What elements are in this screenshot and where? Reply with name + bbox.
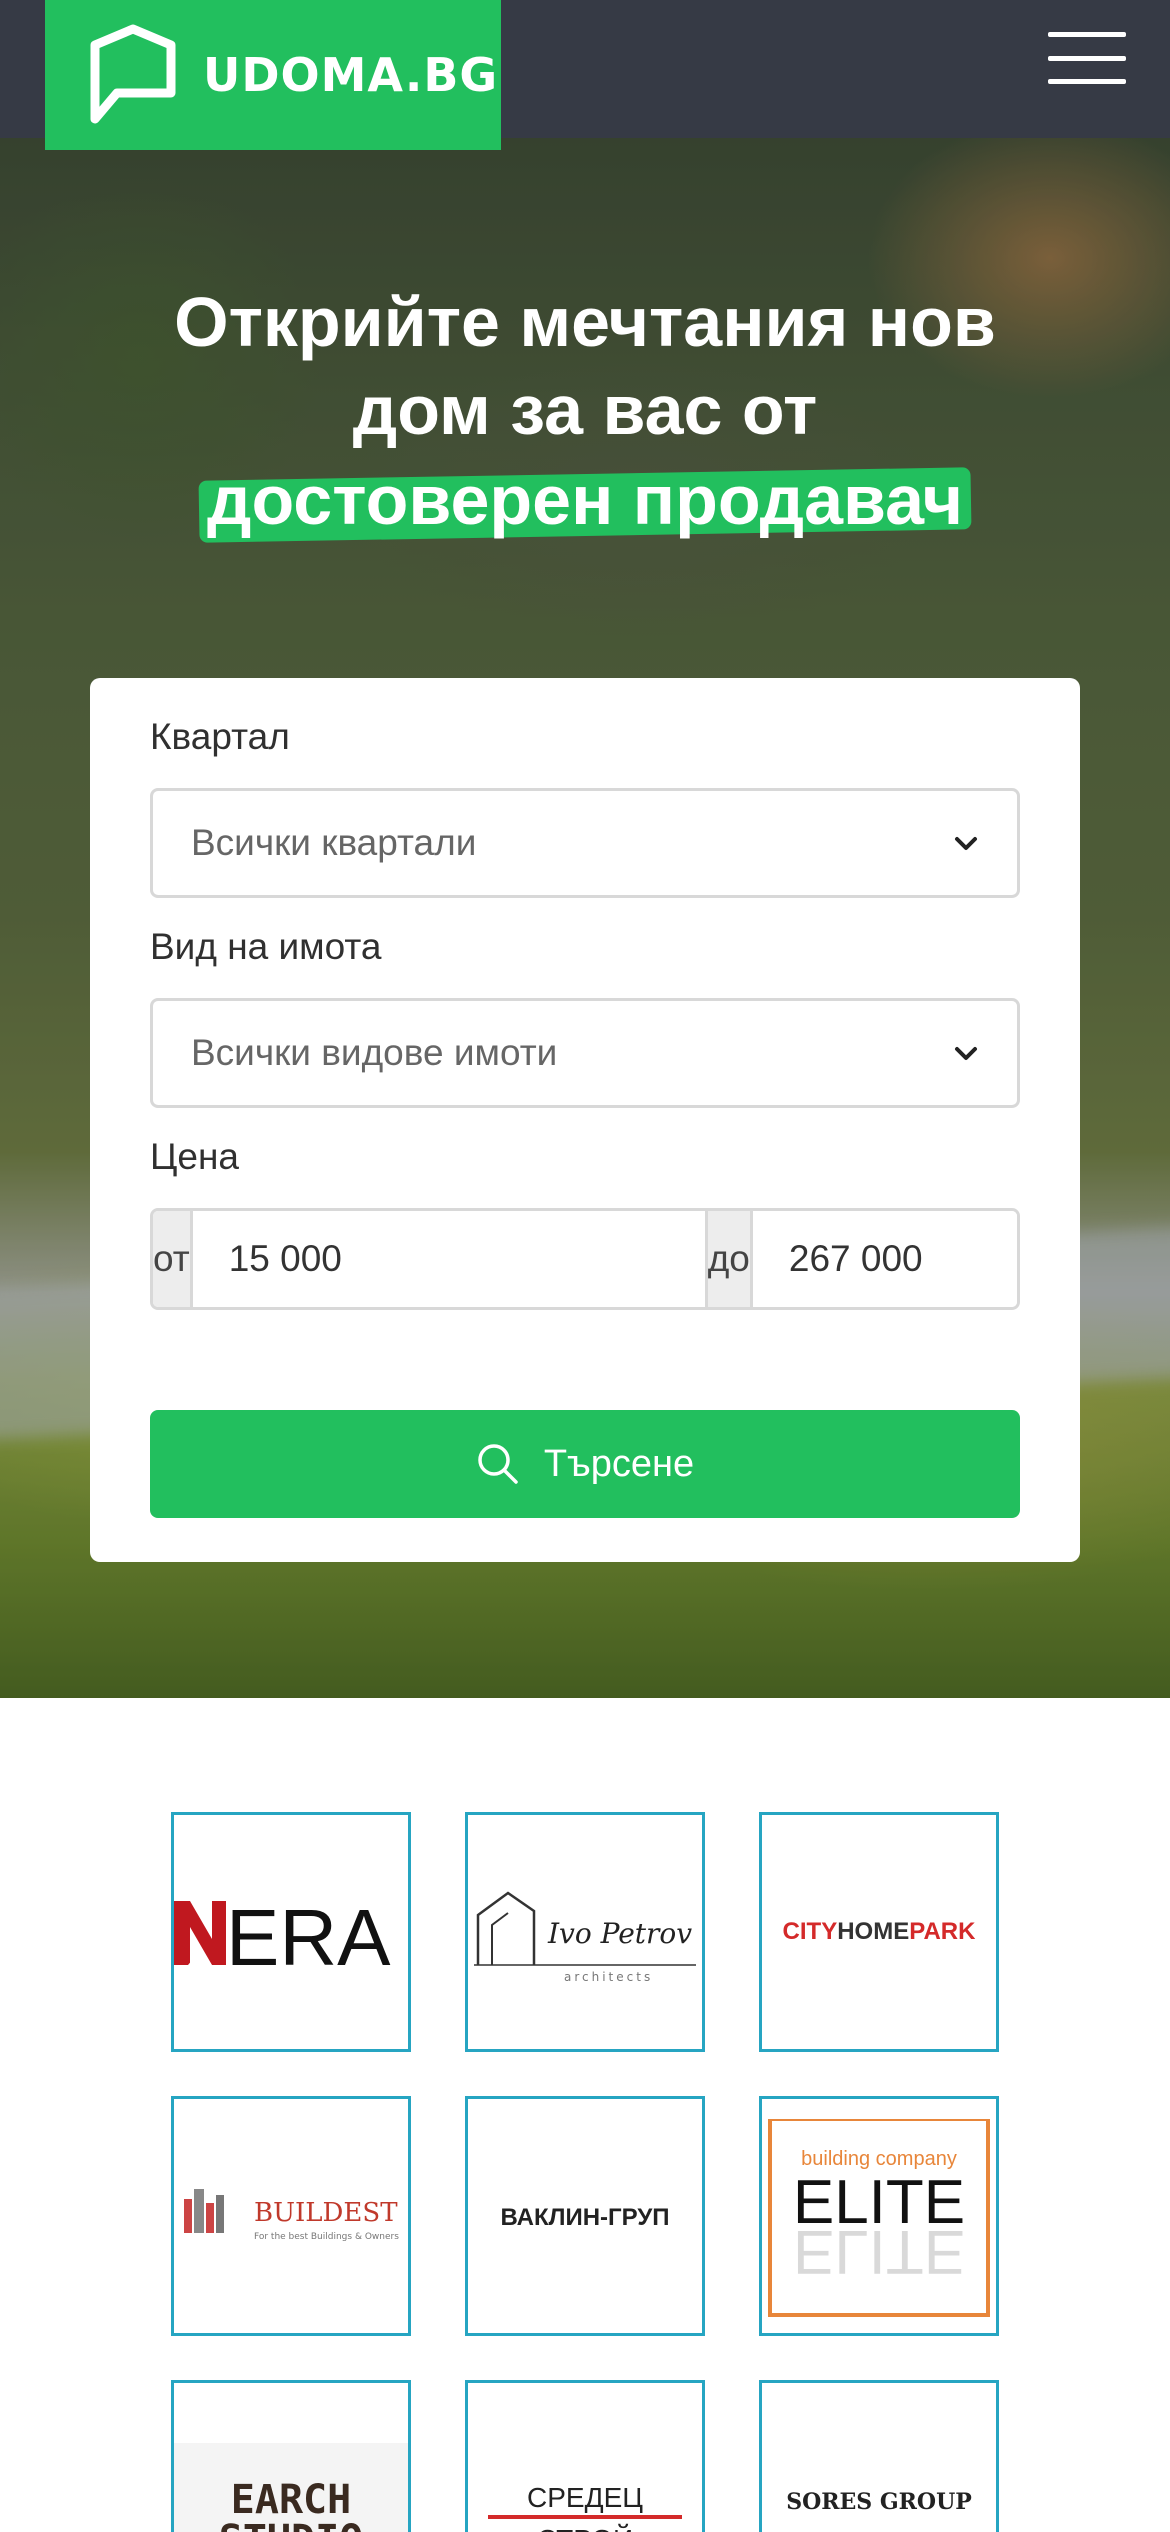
- hero-title-line-2: дом за вас от: [352, 371, 818, 449]
- partner-logo-ivo-petrov[interactable]: Ivo Petrov architects: [465, 1812, 705, 2052]
- partner-logo-nera[interactable]: ERA: [171, 1812, 411, 2052]
- search-icon: [478, 1444, 518, 1484]
- chevron-down-icon: [955, 837, 977, 850]
- svg-text:BUILDEST: BUILDEST: [254, 2198, 398, 2228]
- chevron-down-icon: [955, 1047, 977, 1060]
- svg-text:STUDIO: STUDIO: [219, 2517, 364, 2532]
- svg-text:ERA: ERA: [226, 1893, 391, 1982]
- hamburger-menu-icon[interactable]: [1048, 32, 1126, 84]
- district-select[interactable]: Всички квартали: [150, 788, 1020, 898]
- price-label: Цена: [150, 1136, 239, 1177]
- partner-logo-earch-studio[interactable]: EARCH STUDIO: [171, 2380, 411, 2532]
- svg-text:ВАКЛИН-ГРУП: ВАКЛИН-ГРУП: [500, 2204, 669, 2231]
- price-from-input[interactable]: [192, 1211, 705, 1307]
- speech-bubble-house-icon: [90, 24, 176, 124]
- cityhomepark-logo: CITYHOMEPARK: [783, 1918, 977, 1945]
- price-range: от до €: [150, 1208, 1020, 1310]
- partner-logo-elite[interactable]: building company ELITE ELITE: [759, 2096, 999, 2336]
- property-type-select-value: Всички видове имоти: [191, 1032, 558, 1073]
- partner-logo-cityhomepark[interactable]: CITYHOMEPARK: [759, 1812, 999, 2052]
- menu-line: [1048, 79, 1126, 84]
- svg-text:For the best Buildings & Owner: For the best Buildings & Owners: [254, 2232, 399, 2242]
- buildest-logo: BUILDEST For the best Buildings & Owners: [184, 2189, 399, 2242]
- property-type-select[interactable]: Всички видове имоти: [150, 998, 1020, 1108]
- hero-title-highlight: достоверен продавач: [198, 456, 972, 544]
- svg-text:building company: building company: [801, 2148, 957, 2170]
- svg-text:SORES GROUP: SORES GROUP: [786, 2489, 972, 2515]
- price-to-input[interactable]: [752, 1211, 1017, 1307]
- logo-text: UDOMA.BG: [203, 48, 499, 102]
- sores-group-logo: SORES GROUP: [786, 2489, 972, 2515]
- search-button-label: Търсене: [543, 1442, 695, 1485]
- earch-studio-logo: EARCH STUDIO: [174, 2443, 408, 2532]
- property-type-label: Вид на имота: [150, 926, 382, 967]
- site-logo[interactable]: UDOMA.BG: [45, 0, 501, 150]
- property-search-form: Квартал Всички квартали Вид на имота Вси…: [90, 678, 1080, 1562]
- partner-logos-grid: ERA Ivo Petrov architects CITYHOMEPARK B…: [0, 1698, 1170, 2532]
- price-from-label: от: [153, 1211, 193, 1307]
- price-to-label: до: [704, 1211, 753, 1307]
- svg-text:Ivo Petrov: Ivo Petrov: [547, 1917, 692, 1950]
- sredets-stroy-logo: СРЕДЕЦ СТРОЙ: [488, 2482, 682, 2532]
- hero-title-highlight-text: достоверен продавач: [207, 461, 963, 539]
- district-select-value: Всички квартали: [191, 822, 477, 863]
- hero-title-line-1: Открийте мечтания нов: [174, 283, 996, 361]
- svg-text:СТРОЙ: СТРОЙ: [537, 2524, 633, 2532]
- svg-text:СРЕДЕЦ: СРЕДЕЦ: [527, 2482, 643, 2513]
- partner-logo-vaklin-grup[interactable]: ВАКЛИН-ГРУП: [465, 2096, 705, 2336]
- ivo-petrov-logo: Ivo Petrov architects: [474, 1891, 696, 1984]
- partner-logo-sredets-stroy[interactable]: СРЕДЕЦ СТРОЙ: [465, 2380, 705, 2532]
- menu-line: [1048, 55, 1126, 61]
- svg-text:ELITE: ELITE: [793, 2217, 965, 2286]
- partner-logo-buildest[interactable]: BUILDEST For the best Buildings & Owners: [171, 2096, 411, 2336]
- hero-section: Открийте мечтания нов дом за вас от дост…: [0, 138, 1170, 1698]
- menu-line: [1048, 32, 1126, 37]
- nera-logo: ERA: [174, 1893, 391, 1982]
- search-button[interactable]: Търсене: [150, 1410, 1020, 1518]
- district-label: Квартал: [150, 716, 290, 757]
- elite-logo: building company ELITE ELITE: [766, 2105, 992, 2317]
- svg-text:CITYHOMEPARK: CITYHOMEPARK: [783, 1918, 977, 1945]
- hero-title: Открийте мечтания нов дом за вас от дост…: [0, 278, 1170, 544]
- svg-text:architects: architects: [564, 1970, 653, 1984]
- vaklin-grup-logo: ВАКЛИН-ГРУП: [500, 2204, 669, 2231]
- partner-logo-sores-group[interactable]: SORES GROUP: [759, 2380, 999, 2532]
